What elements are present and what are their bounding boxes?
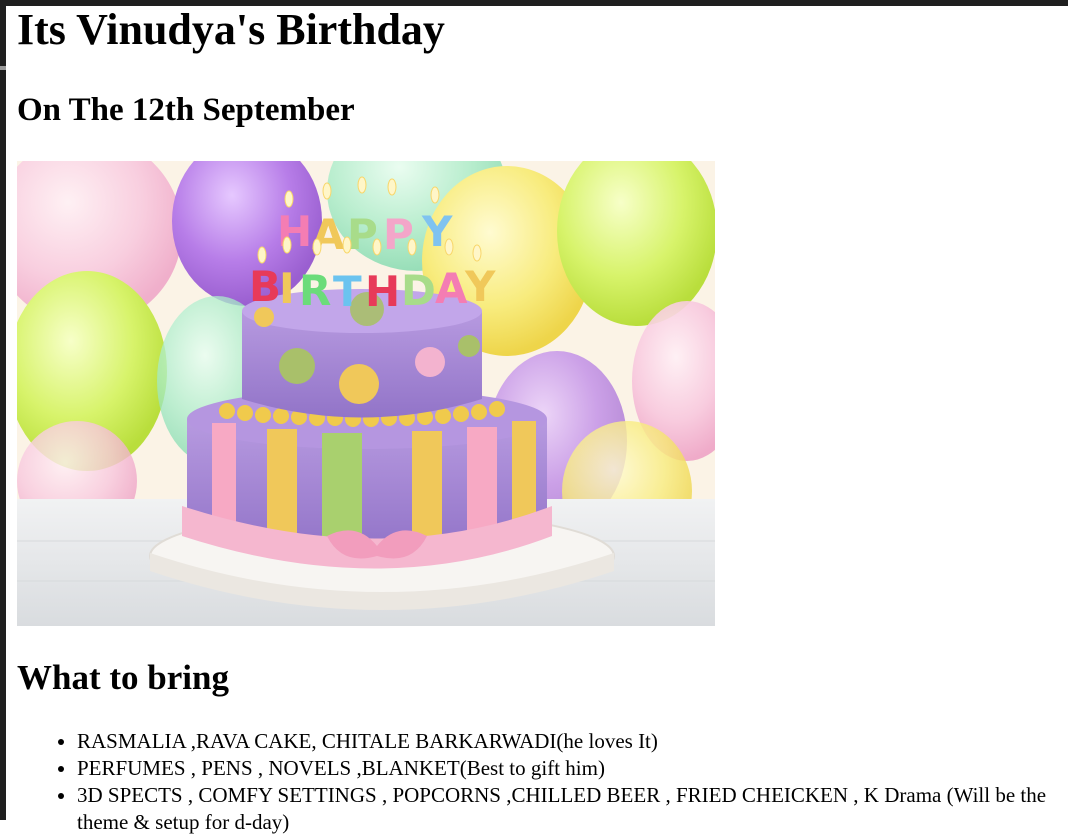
svg-text:D: D	[401, 266, 436, 315]
svg-text:P: P	[347, 210, 378, 259]
list-item: 3D SPECTS , COMFY SETTINGS , POPCORNS ,C…	[77, 782, 1068, 836]
svg-text:I: I	[279, 264, 295, 313]
svg-text:A: A	[435, 264, 468, 313]
svg-text:B: B	[249, 262, 281, 311]
date-heading: On The 12th September	[17, 92, 355, 128]
window-left-border	[0, 0, 6, 820]
svg-text:T: T	[333, 267, 362, 316]
svg-text:H: H	[277, 207, 312, 256]
birthday-cake-image: H A P P Y B I R T H D A Y	[17, 161, 715, 626]
page-title: Its Vinudya's Birthday	[17, 5, 445, 54]
svg-text:Y: Y	[464, 262, 496, 311]
svg-text:H: H	[365, 267, 400, 316]
svg-text:R: R	[299, 266, 331, 315]
window-left-marker	[0, 66, 6, 70]
list-item: RASMALIA ,RAVA CAKE, CHITALE BARKARWADI(…	[77, 728, 1068, 755]
what-to-bring-heading: What to bring	[17, 658, 229, 697]
list-item: PERFUMES , PENS , NOVELS ,BLANKET(Best t…	[77, 755, 1068, 782]
